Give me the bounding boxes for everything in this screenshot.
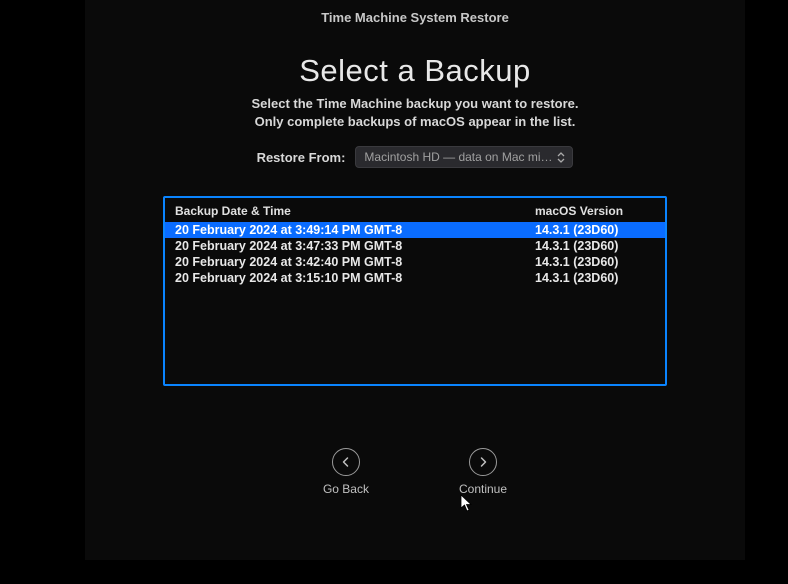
- subtext-line: Select the Time Machine backup you want …: [251, 96, 578, 111]
- backup-row[interactable]: 20 February 2024 at 3:42:40 PM GMT-814.3…: [165, 254, 665, 270]
- backup-row[interactable]: 20 February 2024 at 3:47:33 PM GMT-814.3…: [165, 238, 665, 254]
- nav-buttons: Go Back Continue: [85, 448, 745, 496]
- page-subtext: Select the Time Machine backup you want …: [85, 95, 745, 130]
- subtext-line: Only complete backups of macOS appear in…: [255, 114, 576, 129]
- restore-window: Time Machine System Restore Select a Bac…: [85, 0, 745, 560]
- continue-button[interactable]: Continue: [459, 448, 507, 496]
- arrow-left-icon: [332, 448, 360, 476]
- backup-date: 20 February 2024 at 3:49:14 PM GMT-8: [175, 223, 535, 237]
- backup-version: 14.3.1 (23D60): [535, 271, 655, 285]
- backup-list-header: Backup Date & Time macOS Version: [165, 198, 665, 222]
- backup-version: 14.3.1 (23D60): [535, 223, 655, 237]
- column-header-version: macOS Version: [535, 204, 655, 218]
- backup-version: 14.3.1 (23D60): [535, 255, 655, 269]
- backup-row[interactable]: 20 February 2024 at 3:49:14 PM GMT-814.3…: [165, 222, 665, 238]
- go-back-label: Go Back: [323, 482, 369, 496]
- backup-date: 20 February 2024 at 3:42:40 PM GMT-8: [175, 255, 535, 269]
- arrow-right-icon: [469, 448, 497, 476]
- restore-from-value: Macintosh HD — data on Mac mini -…: [364, 150, 554, 164]
- backup-list[interactable]: Backup Date & Time macOS Version 20 Febr…: [163, 196, 667, 386]
- continue-label: Continue: [459, 482, 507, 496]
- page-heading: Select a Backup: [85, 53, 745, 89]
- restore-from-row: Restore From: Macintosh HD — data on Mac…: [85, 146, 745, 168]
- restore-from-select[interactable]: Macintosh HD — data on Mac mini -…: [355, 146, 573, 168]
- column-header-date: Backup Date & Time: [175, 204, 535, 218]
- restore-from-label: Restore From:: [257, 150, 346, 165]
- backup-date: 20 February 2024 at 3:15:10 PM GMT-8: [175, 271, 535, 285]
- go-back-button[interactable]: Go Back: [323, 448, 369, 496]
- backup-date: 20 February 2024 at 3:47:33 PM GMT-8: [175, 239, 535, 253]
- backup-row[interactable]: 20 February 2024 at 3:15:10 PM GMT-814.3…: [165, 270, 665, 286]
- window-title: Time Machine System Restore: [85, 8, 745, 53]
- backup-version: 14.3.1 (23D60): [535, 239, 655, 253]
- updown-icon: [554, 149, 568, 165]
